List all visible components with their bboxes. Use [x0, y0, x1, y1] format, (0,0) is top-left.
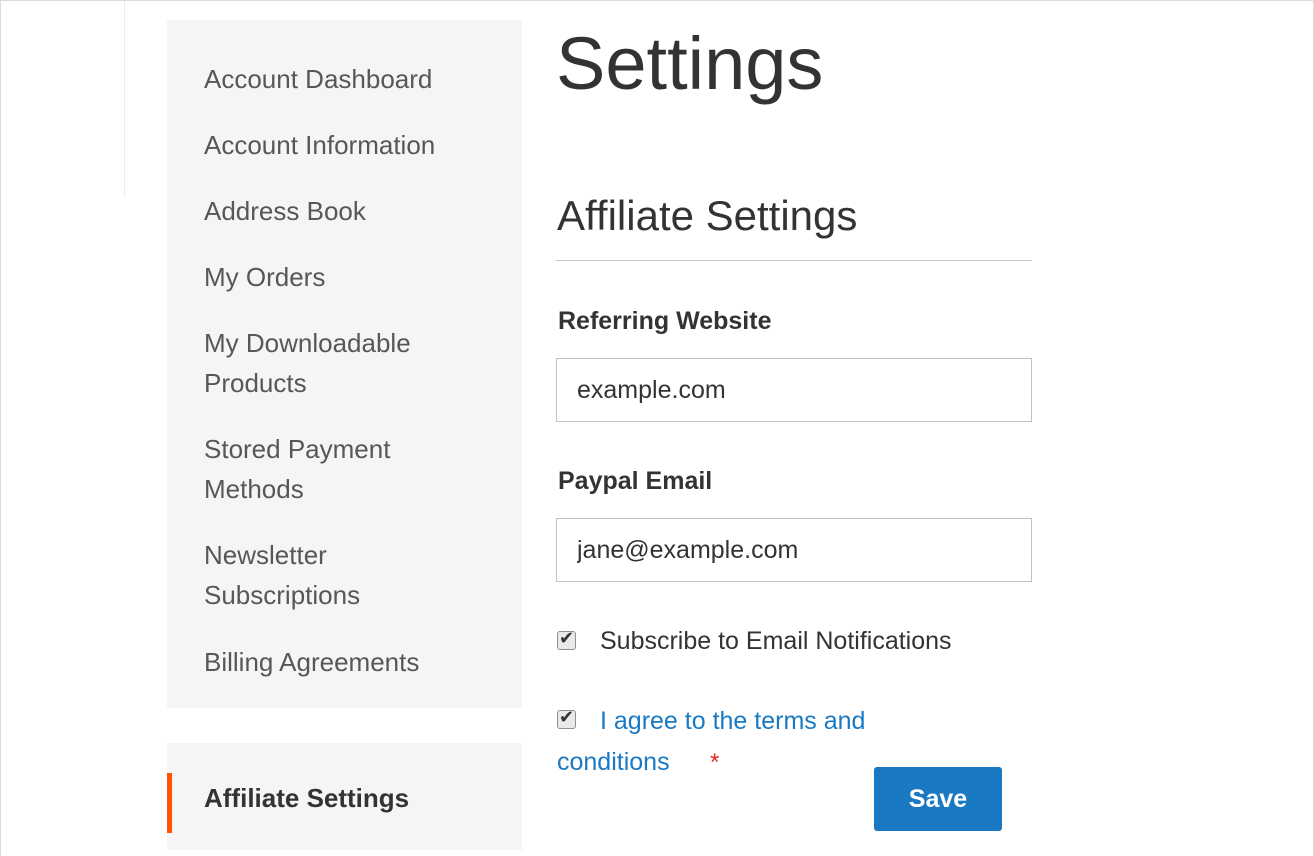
- sidebar-item-label: My Orders: [204, 262, 326, 292]
- sidebar-item-label: Newsletter: [204, 540, 327, 570]
- required-marker: *: [710, 749, 720, 776]
- save-button[interactable]: Save: [874, 767, 1002, 831]
- checkmark-icon: ✔: [559, 628, 575, 649]
- sidebar-item-billing-agreements[interactable]: Billing Agreements: [204, 642, 419, 682]
- subscribe-checkbox[interactable]: ✔: [557, 628, 576, 650]
- sidebar-item-affiliate-settings[interactable]: Affiliate Settings: [204, 783, 409, 814]
- referring-website-label: Referring Website: [558, 307, 772, 335]
- sidebar-item-label: Account Dashboard: [204, 64, 433, 94]
- sidebar-item-label: Products: [204, 368, 307, 398]
- paypal-email-input[interactable]: [556, 518, 1032, 582]
- subscribe-label[interactable]: Subscribe to Email Notifications: [600, 627, 952, 656]
- sidebar-item-my-orders[interactable]: My Orders: [204, 257, 325, 297]
- sidebar-item-label: My Downloadable: [204, 328, 411, 358]
- checkmark-icon: ✔: [559, 707, 575, 728]
- sidebar-item-stored-payment-methods[interactable]: Stored Payment Methods: [204, 429, 390, 509]
- account-sidebar: Account Dashboard Account Information Ad…: [167, 20, 522, 708]
- account-page: Account Dashboard Account Information Ad…: [0, 0, 1314, 856]
- paypal-email-label: Paypal Email: [558, 467, 713, 495]
- terms-link[interactable]: I agree to the terms and: [600, 707, 865, 736]
- sidebar-item-label: Stored Payment: [204, 434, 391, 464]
- section-title: Affiliate Settings: [557, 192, 858, 239]
- section-divider: [556, 260, 1032, 261]
- sidebar-item-label: Subscriptions: [204, 580, 361, 610]
- terms-link-continued[interactable]: conditions: [557, 748, 670, 777]
- referring-website-input[interactable]: [556, 358, 1032, 422]
- sidebar-item-account-dashboard[interactable]: Account Dashboard: [204, 59, 432, 99]
- sidebar-active-section: Affiliate Settings: [167, 743, 522, 850]
- left-divider: [124, 1, 125, 197]
- page-title: Settings: [556, 22, 824, 105]
- sidebar-item-label: Account Information: [204, 130, 436, 160]
- terms-checkbox[interactable]: ✔: [557, 707, 576, 729]
- sidebar-item-address-book[interactable]: Address Book: [204, 191, 366, 231]
- sidebar-item-label: Billing Agreements: [204, 647, 420, 677]
- sidebar-item-label: Methods: [204, 474, 304, 504]
- sidebar-item-label: Address Book: [204, 196, 366, 226]
- active-indicator: [167, 773, 172, 833]
- sidebar-item-account-information[interactable]: Account Information: [204, 125, 435, 165]
- sidebar-item-my-downloadable-products[interactable]: My Downloadable Products: [204, 323, 411, 403]
- sidebar-item-newsletter-subscriptions[interactable]: Newsletter Subscriptions: [204, 535, 360, 615]
